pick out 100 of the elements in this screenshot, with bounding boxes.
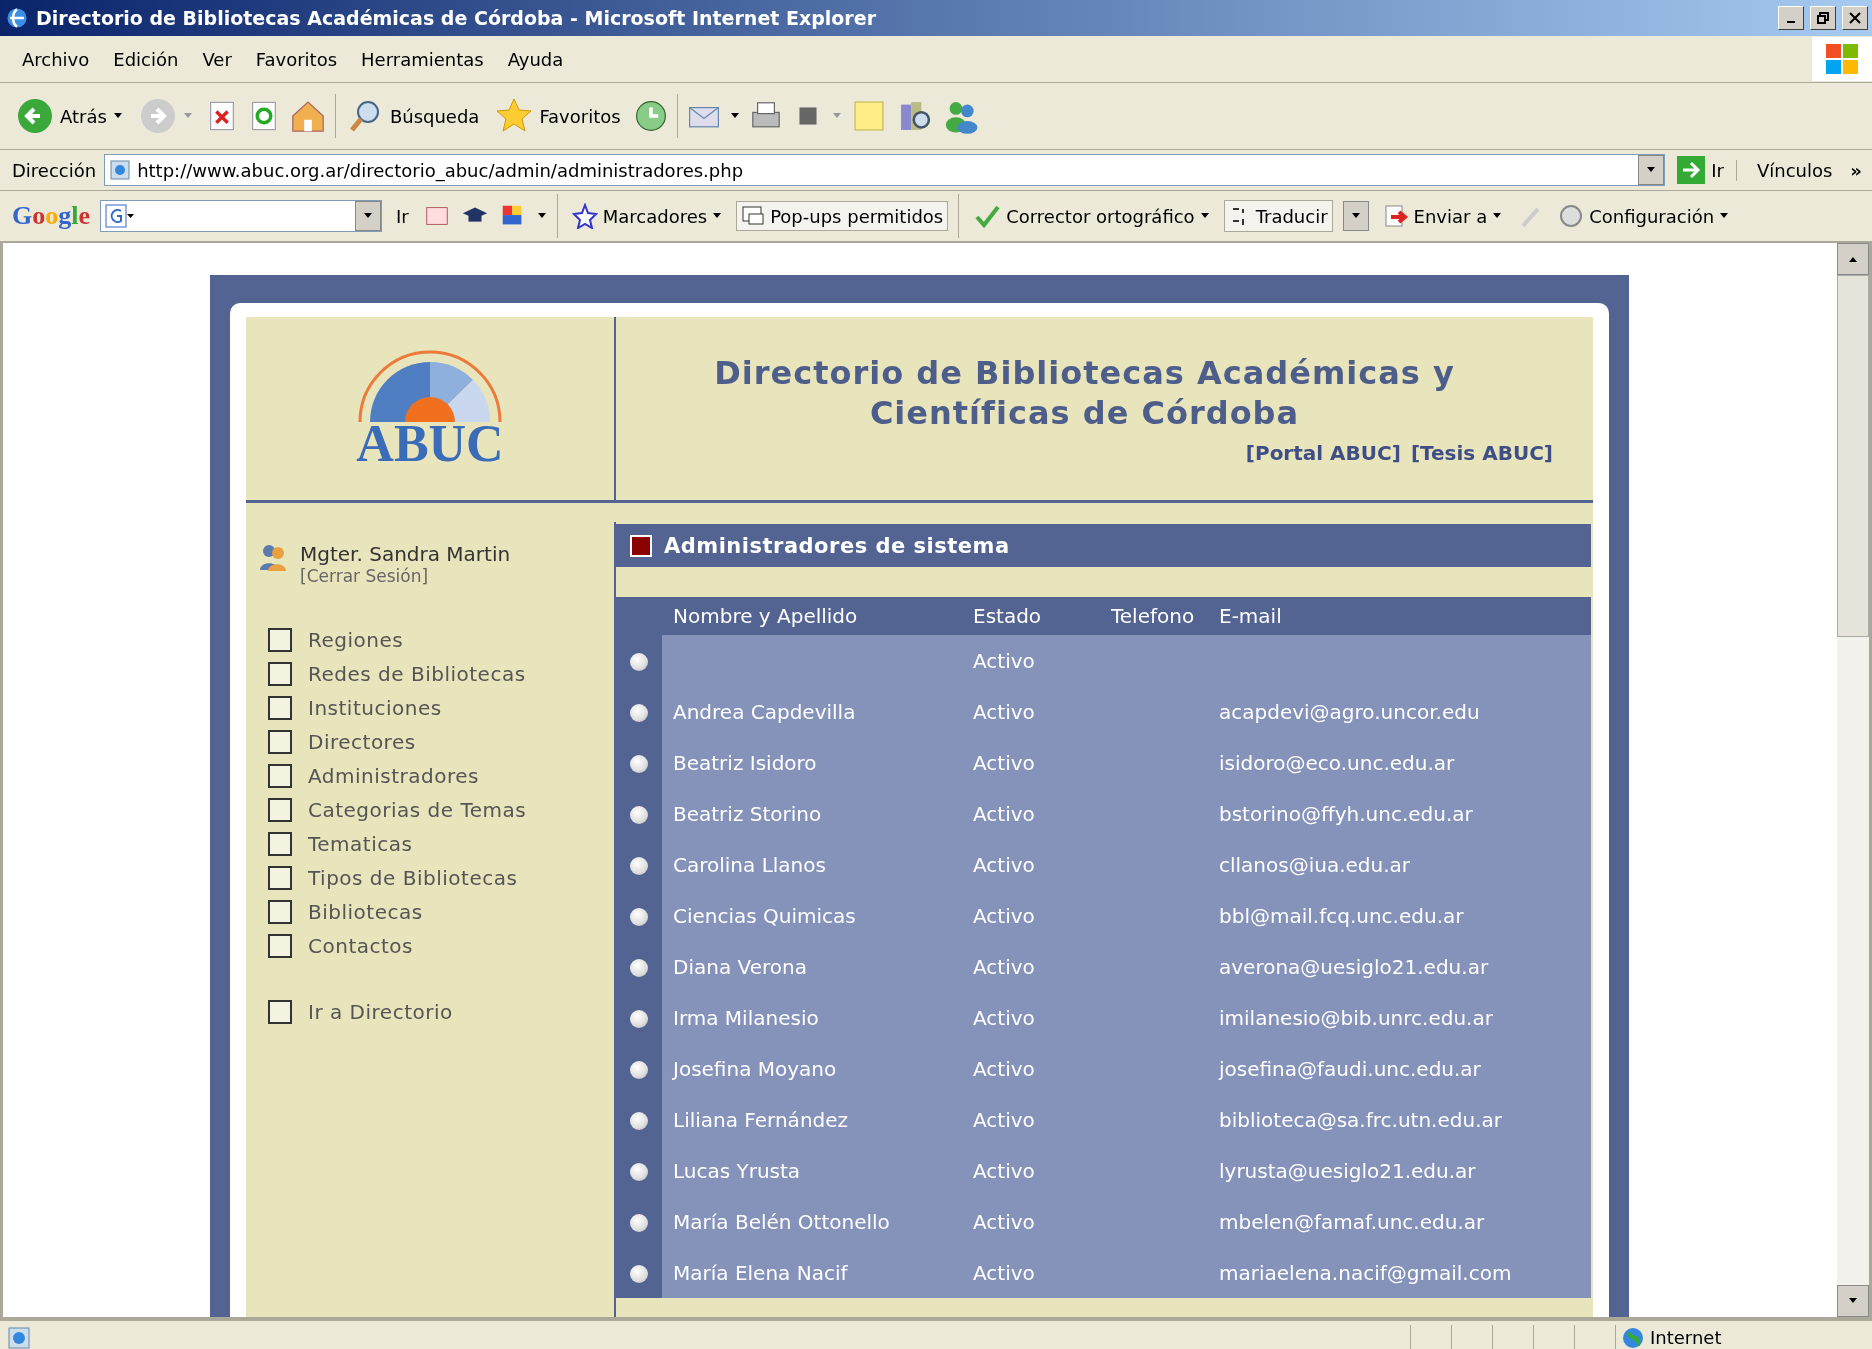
nav-link[interactable]: Contactos xyxy=(268,934,614,958)
caret-icon xyxy=(1646,166,1657,174)
menu-item[interactable]: Herramientas xyxy=(349,48,496,70)
google-g-icon xyxy=(105,204,135,228)
dropdown-button[interactable] xyxy=(355,201,381,231)
scrollbar-thumb[interactable] xyxy=(1837,275,1869,637)
table-cell: Carolina Llanos xyxy=(662,839,973,890)
users-icon xyxy=(258,542,288,572)
header-link[interactable]: [Tesis ABUC] xyxy=(1410,440,1553,465)
popups-button[interactable]: Pop-ups permitidos xyxy=(736,201,949,231)
radio-button[interactable] xyxy=(630,653,648,671)
nav-link[interactable]: Directores xyxy=(268,730,614,754)
caret-icon[interactable] xyxy=(729,112,740,120)
page-icon xyxy=(6,1324,32,1349)
radio-button[interactable] xyxy=(630,806,648,824)
radio-button[interactable] xyxy=(630,959,648,977)
caret-icon[interactable] xyxy=(712,212,723,220)
menu-item[interactable]: Edición xyxy=(101,48,191,70)
back-button[interactable]: Atrás xyxy=(12,97,127,135)
section-title: Administradores de sistema xyxy=(664,533,1010,558)
radio-button[interactable] xyxy=(630,857,648,875)
globe-icon xyxy=(1622,1326,1644,1349)
bookmarks-button[interactable]: Marcadores xyxy=(567,201,727,231)
menu-item[interactable]: Favoritos xyxy=(243,48,350,70)
radio-button[interactable] xyxy=(630,908,648,926)
scroll-up-button[interactable] xyxy=(1837,243,1869,275)
page-icon xyxy=(109,159,132,181)
go-button[interactable]: Ir xyxy=(392,203,413,229)
menu-item[interactable]: Archivo xyxy=(10,48,102,70)
table-cell: biblioteca@sa.frc.utn.edu.ar xyxy=(1219,1094,1591,1145)
table-cell: Andrea Capdevilla xyxy=(662,686,973,737)
windows-icon xyxy=(741,204,766,228)
nav-link[interactable]: Redes de Bibliotecas xyxy=(268,662,614,686)
table-cell: Activo xyxy=(973,1196,1111,1247)
table-cell: María Elena Nacif xyxy=(662,1247,973,1298)
search-button[interactable]: Búsqueda xyxy=(343,98,484,134)
nav-link[interactable]: Regiones xyxy=(268,628,614,652)
address-field[interactable]: http://www.abuc.org.ar/directorio_abuc/admin/administradores.php xyxy=(104,154,1666,186)
google-search-field[interactable] xyxy=(100,200,382,232)
table-cell: Activo xyxy=(973,1247,1111,1298)
spellcheck-button[interactable]: Corrector ortográfico xyxy=(969,201,1214,231)
caret-icon xyxy=(1350,212,1361,220)
nav-link[interactable]: Tematicas xyxy=(268,832,614,856)
minimize-button[interactable] xyxy=(1778,6,1804,30)
table-cell: Ciencias Quimicas xyxy=(662,890,973,941)
column-header: Nombre y Apellido xyxy=(662,597,973,635)
logout-link[interactable]: [Cerrar Sesión] xyxy=(300,566,511,586)
restore-button[interactable] xyxy=(1810,6,1836,30)
favorites-button[interactable]: Favoritos xyxy=(491,97,625,135)
table-cell: Liliana Fernández xyxy=(662,1094,973,1145)
caret-icon[interactable] xyxy=(112,112,123,120)
table-cell: imilanesio@bib.unrc.edu.ar xyxy=(1219,992,1591,1043)
radio-button[interactable] xyxy=(630,1214,648,1232)
menu-item[interactable]: Ayuda xyxy=(495,48,576,70)
caret-icon[interactable] xyxy=(1199,212,1210,220)
radio-button[interactable] xyxy=(630,1265,648,1283)
dropdown-button[interactable] xyxy=(1638,155,1665,185)
radio-button[interactable] xyxy=(630,1112,648,1130)
zone-label: Internet xyxy=(1650,1327,1722,1348)
table-cell: cllanos@iua.edu.ar xyxy=(1219,839,1591,890)
radio-button[interactable] xyxy=(630,1163,648,1181)
dropdown-button[interactable] xyxy=(1342,201,1369,231)
table-cell: Diana Verona xyxy=(662,941,973,992)
table-cell: Activo xyxy=(973,788,1111,839)
radio-button[interactable] xyxy=(630,755,648,773)
radio-button[interactable] xyxy=(630,1061,648,1079)
nav-link[interactable]: Categorias de Temas xyxy=(268,798,614,822)
site-title: Directorio de Bibliotecas Académicas y Científicas de Córdoba xyxy=(714,352,1455,433)
caret-icon[interactable] xyxy=(1492,212,1503,220)
nav-link[interactable]: Instituciones xyxy=(268,696,614,720)
nav-link[interactable]: Tipos de Bibliotecas xyxy=(268,866,614,890)
radio-button[interactable] xyxy=(630,704,648,722)
close-button[interactable] xyxy=(1842,6,1868,30)
caret-icon[interactable] xyxy=(1719,212,1730,220)
go-button[interactable]: Ir xyxy=(1673,156,1728,184)
translate-button[interactable]: Traducir xyxy=(1223,200,1333,232)
table-cell: lyrusta@uesiglo21.edu.ar xyxy=(1219,1145,1591,1196)
links-label[interactable]: Vínculos xyxy=(1735,159,1843,181)
down-arrow-icon xyxy=(1848,1297,1858,1305)
table-cell: Activo xyxy=(973,635,1111,686)
up-arrow-icon xyxy=(1848,255,1858,263)
nav-link[interactable]: Bibliotecas xyxy=(268,900,614,924)
table-cell: Irma Milanesio xyxy=(662,992,973,1043)
table-cell: Josefina Moyano xyxy=(662,1043,973,1094)
nav-link[interactable]: Ir a Directorio xyxy=(268,1000,614,1024)
column-header: E-mail xyxy=(1219,597,1591,635)
nav-link[interactable]: Administradores xyxy=(268,764,614,788)
radio-button[interactable] xyxy=(630,1010,648,1028)
table-cell: bstorino@ffyh.unc.edu.ar xyxy=(1219,788,1591,839)
settings-button[interactable]: Configuración xyxy=(1554,201,1734,231)
menu-item[interactable]: Ver xyxy=(190,48,244,70)
table-cell: Activo xyxy=(973,941,1111,992)
scroll-down-button[interactable] xyxy=(1837,1285,1869,1317)
more-chevron[interactable]: » xyxy=(1850,159,1872,181)
header-link[interactable]: [Portal ABUC] xyxy=(1245,440,1401,465)
google-logo: Google xyxy=(12,201,90,231)
caret-icon[interactable] xyxy=(536,212,547,220)
send-button[interactable]: Enviar a xyxy=(1378,201,1507,231)
square-icon xyxy=(630,534,652,557)
table-cell: Activo xyxy=(973,1043,1111,1094)
